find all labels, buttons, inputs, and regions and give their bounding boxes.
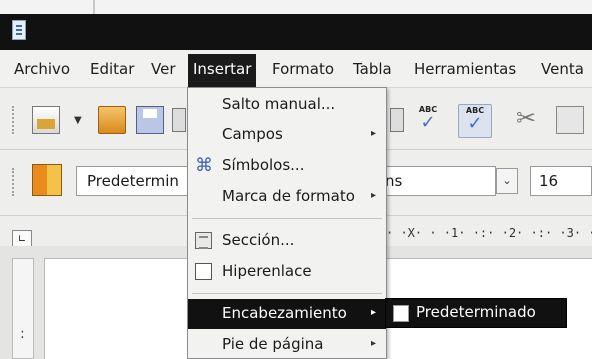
writer-document-icon: [12, 20, 26, 40]
submenu-arrow-icon: ▸: [370, 338, 376, 349]
submenu-arrow-icon: ▸: [370, 190, 376, 201]
menu-tabla[interactable]: Tabla: [353, 58, 392, 84]
menu-item-label: Pie de página: [222, 335, 324, 353]
window-top-strip: [0, 0, 592, 14]
menu-item-label: Símbolos...: [222, 156, 305, 174]
styles-formatting-icon[interactable]: [32, 164, 62, 196]
menu-editar[interactable]: Editar: [90, 58, 134, 84]
menu-item-hiperenlace[interactable]: Hiperenlace: [188, 257, 386, 287]
menu-item-label: Hiperenlace: [222, 262, 312, 280]
menu-item-label: Marca de formato: [222, 187, 355, 205]
command-symbol-icon: ⌘: [195, 155, 213, 176]
save-icon[interactable]: [136, 106, 164, 134]
menu-item-encabezamiento[interactable]: Encabezamiento ▸: [188, 299, 386, 329]
autospellcheck-icon[interactable]: ABC ✓: [458, 104, 492, 138]
hyperlink-icon: [195, 263, 212, 280]
font-dropdown-arrow-icon[interactable]: ⌄: [496, 168, 518, 194]
menu-ventana[interactable]: Venta: [541, 58, 584, 84]
vertical-ruler[interactable]: [12, 258, 34, 359]
section-icon: [195, 232, 212, 249]
menu-separator: [192, 293, 382, 294]
font-name-select[interactable]: ns: [378, 166, 496, 196]
menu-item-marca-de-formato[interactable]: Marca de formato ▸: [188, 182, 386, 212]
menu-item-label: Encabezamiento: [222, 304, 347, 322]
copy-icon[interactable]: [556, 106, 584, 134]
menu-formato[interactable]: Formato: [272, 58, 334, 84]
new-dropdown-arrow-icon[interactable]: ▼: [74, 115, 82, 126]
horizontal-ruler[interactable]: · ·X· · ·1· ·:· ·2· ·:· ·3· ·: [386, 226, 592, 246]
submenu-item-predeterminado[interactable]: Predeterminado: [416, 303, 536, 321]
print-icon[interactable]: [390, 108, 404, 132]
toolbar-grip[interactable]: [12, 168, 16, 196]
spellcheck-icon[interactable]: ABC ✓: [414, 104, 442, 132]
menu-item-campos[interactable]: Campos ▸: [188, 120, 386, 150]
vertical-ruler-marks: :: [20, 326, 25, 342]
submenu-arrow-icon: ▸: [370, 307, 376, 318]
header-submenu: Predeterminado: [385, 298, 567, 328]
menu-item-salto-manual[interactable]: Salto manual...: [188, 90, 386, 120]
insert-menu-dropdown: Salto manual... Campos ▸ ⌘ Símbolos... M…: [187, 87, 387, 359]
menu-item-simbolos[interactable]: ⌘ Símbolos...: [188, 151, 386, 181]
menubar: Archivo Editar Ver Insertar Formato Tabl…: [0, 50, 592, 88]
font-size-select[interactable]: 16: [530, 166, 592, 196]
menu-item-label: Salto manual...: [222, 95, 336, 113]
window-divider: [93, 0, 95, 14]
menu-herramientas[interactable]: Herramientas: [414, 58, 516, 84]
menu-item-label: Campos: [222, 125, 283, 143]
toolbar-grip[interactable]: [12, 106, 16, 134]
title-bar[interactable]: [0, 14, 592, 50]
checkbox-icon[interactable]: [393, 305, 409, 322]
menu-ver[interactable]: Ver: [151, 58, 176, 84]
export-icon[interactable]: [172, 108, 186, 132]
submenu-arrow-icon: ▸: [370, 128, 376, 139]
menu-insertar[interactable]: Insertar: [188, 54, 257, 88]
open-folder-icon[interactable]: [98, 106, 126, 134]
menu-item-seccion[interactable]: Sección...: [188, 226, 386, 256]
menu-item-label: Sección...: [222, 231, 295, 249]
new-document-icon[interactable]: [32, 106, 60, 134]
menu-separator: [192, 218, 382, 219]
cut-scissors-icon[interactable]: ✂: [512, 104, 540, 132]
paragraph-style-select[interactable]: Predetermin: [76, 166, 200, 196]
menu-item-pie-de-pagina[interactable]: Pie de página ▸: [188, 330, 386, 359]
menu-archivo[interactable]: Archivo: [14, 58, 70, 84]
